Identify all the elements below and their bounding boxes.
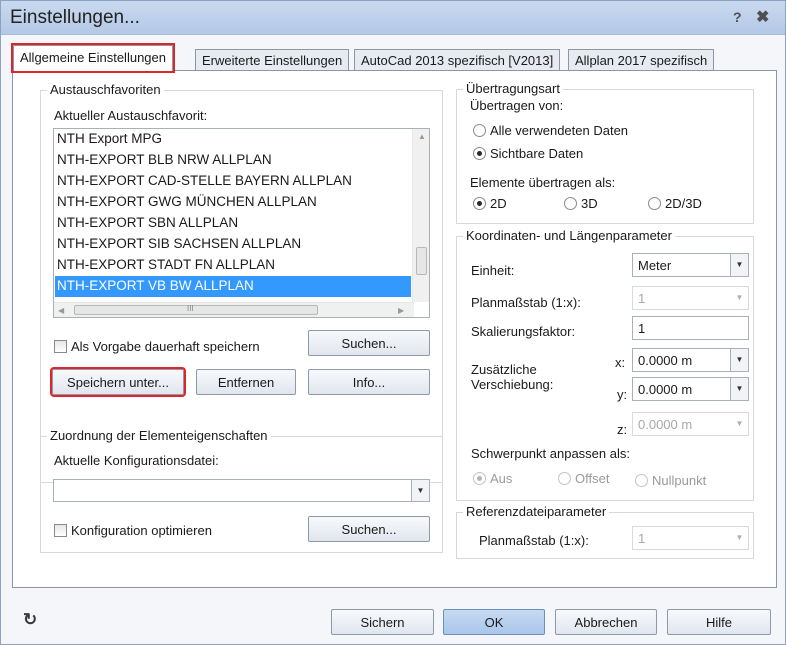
- scale-factor-field[interactable]: 1: [632, 316, 749, 340]
- radio-centroid-off[interactable]: [473, 472, 486, 485]
- list-item[interactable]: NTH-EXPORT STADT FN ALLPLAN: [55, 255, 412, 276]
- radio-centroid-off-label: Aus: [490, 471, 513, 486]
- ref-plan-scale-field: 1 ▼: [632, 526, 749, 550]
- tab-panel: Austauschfavoriten Aktueller Austauschfa…: [12, 70, 777, 588]
- chevron-down-icon: ▼: [730, 413, 748, 435]
- favorites-search-button[interactable]: Suchen...: [308, 330, 430, 356]
- radio-2d3d[interactable]: [648, 197, 661, 210]
- x-label: x:: [615, 355, 626, 370]
- chevron-down-icon[interactable]: ▼: [730, 378, 748, 400]
- z-offset-field: 0.0000 m ▼: [632, 412, 749, 436]
- chevron-down-icon: ▼: [730, 287, 748, 309]
- unit-value: Meter: [638, 258, 672, 273]
- horizontal-scroll-thumb[interactable]: III: [74, 304, 318, 315]
- radio-centroid-offset[interactable]: [558, 472, 571, 485]
- z-offset-value: 0.0000 m: [638, 417, 693, 432]
- favorites-horizontal-scrollbar[interactable]: ◀ III ▶: [54, 302, 414, 317]
- mapping-group-title: Zuordnung der Elementeigenschaften: [47, 428, 271, 443]
- scale-factor-label: Skalierungsfaktor:: [471, 324, 576, 339]
- close-icon[interactable]: ✖: [756, 7, 769, 27]
- coords-group-title: Koordinaten- und Längenparameter: [463, 228, 675, 243]
- centroid-label: Schwerpunkt anpassen als:: [471, 446, 630, 461]
- plan-scale-field: 1 ▼: [632, 286, 749, 310]
- radio-visible-data[interactable]: [473, 147, 486, 160]
- radio-centroid-zero-label: Nullpunkt: [652, 473, 707, 488]
- mapping-search-button[interactable]: Suchen...: [308, 516, 430, 542]
- tab-autocad-2013[interactable]: AutoCad 2013 spezifisch [V2013]: [354, 49, 561, 71]
- list-item[interactable]: NTH-EXPORT SBN ALLPLAN: [55, 213, 412, 234]
- scale-factor-value: 1: [638, 321, 646, 336]
- radio-3d[interactable]: [564, 197, 577, 210]
- vertical-scroll-thumb[interactable]: [416, 247, 427, 275]
- scroll-right-icon[interactable]: ▶: [398, 306, 404, 315]
- transfer-as-label: Elemente übertragen als:: [470, 175, 616, 190]
- favorites-list-label: Aktueller Austauschfavorit:: [54, 108, 208, 123]
- radio-centroid-offset-label: Offset: [575, 471, 610, 486]
- dialog-title: Einstellungen...: [10, 7, 140, 28]
- list-item-selected[interactable]: NTH-EXPORT VB BW ALLPLAN: [55, 276, 411, 297]
- refresh-icon[interactable]: ↻: [23, 610, 37, 630]
- tab-allgemeine-einstellungen[interactable]: Allgemeine Einstellungen: [11, 43, 175, 73]
- tab-allplan-2017[interactable]: Allplan 2017 spezifisch: [568, 49, 715, 71]
- remove-button[interactable]: Entfernen: [196, 369, 296, 395]
- chevron-down-icon[interactable]: ▼: [730, 254, 748, 276]
- config-file-label: Aktuelle Konfigurationsdatei:: [54, 453, 219, 468]
- ok-button[interactable]: OK: [443, 609, 545, 635]
- favorites-listbox[interactable]: NTH Export MPG NTH-EXPORT BLB NRW ALLPLA…: [53, 128, 430, 318]
- cancel-button[interactable]: Abbrechen: [555, 609, 657, 635]
- settings-dialog: Einstellungen... ? ✖ Allgemeine Einstell…: [0, 0, 786, 645]
- x-offset-value: 0.0000 m: [638, 353, 693, 368]
- y-offset-value: 0.0000 m: [638, 382, 693, 397]
- scroll-up-icon[interactable]: ▲: [418, 132, 426, 141]
- radio-visible-data-label: Sichtbare Daten: [490, 146, 584, 161]
- list-item[interactable]: NTH-EXPORT GWG MÜNCHEN ALLPLAN: [55, 192, 412, 213]
- offset-label-line2: Verschiebung:: [471, 377, 554, 392]
- transfer-group-title: Übertragungsart: [463, 81, 563, 96]
- radio-all-data[interactable]: [473, 124, 486, 137]
- scroll-grip-icon: III: [187, 304, 194, 313]
- plan-scale-value: 1: [638, 291, 646, 306]
- radio-3d-label: 3D: [581, 196, 598, 211]
- save-as-button[interactable]: Speichern unter...: [50, 367, 186, 397]
- scroll-left-icon[interactable]: ◀: [58, 306, 64, 315]
- transfer-from-label: Übertragen von:: [470, 98, 564, 113]
- radio-2d[interactable]: [473, 197, 486, 210]
- ref-plan-scale-label: Planmaßstab (1:x):: [479, 533, 589, 548]
- help-button[interactable]: Hilfe: [667, 609, 771, 635]
- z-label: z:: [617, 422, 628, 437]
- save-default-checkbox[interactable]: [54, 340, 67, 353]
- optimize-config-checkbox[interactable]: [54, 524, 67, 537]
- save-button[interactable]: Sichern: [331, 609, 434, 635]
- list-item[interactable]: NTH-EXPORT BLB NRW ALLPLAN: [55, 150, 412, 171]
- chevron-down-icon: ▼: [730, 527, 748, 549]
- optimize-config-label: Konfiguration optimieren: [71, 523, 212, 538]
- plan-scale-label: Planmaßstab (1:x):: [471, 295, 581, 310]
- list-item[interactable]: NTH Export MPG: [55, 129, 412, 150]
- radio-2d3d-label: 2D/3D: [665, 196, 702, 211]
- info-button[interactable]: Info...: [308, 369, 430, 395]
- favorites-group-title: Austauschfavoriten: [47, 82, 164, 97]
- ref-plan-scale-value: 1: [638, 531, 646, 546]
- radio-2d-label: 2D: [490, 196, 507, 211]
- tab-bar: Allgemeine Einstellungen Erweiterte Eins…: [1, 41, 785, 73]
- chevron-down-icon[interactable]: ▼: [411, 480, 429, 501]
- save-default-label: Als Vorgabe dauerhaft speichern: [71, 339, 260, 354]
- favorites-vertical-scrollbar[interactable]: ▲: [412, 129, 429, 302]
- unit-dropdown[interactable]: Meter ▼: [632, 253, 749, 277]
- chevron-down-icon[interactable]: ▼: [730, 349, 748, 371]
- offset-label-line1: Zusätzliche: [471, 362, 537, 377]
- y-offset-field[interactable]: 0.0000 m ▼: [632, 377, 749, 401]
- radio-all-data-label: Alle verwendeten Daten: [490, 123, 629, 138]
- list-item[interactable]: NTH-EXPORT SIB SACHSEN ALLPLAN: [55, 234, 412, 255]
- tab-erweiterte-einstellungen[interactable]: Erweiterte Einstellungen: [195, 49, 350, 71]
- unit-label: Einheit:: [471, 263, 515, 278]
- y-label: y:: [617, 387, 628, 402]
- x-offset-field[interactable]: 0.0000 m ▼: [632, 348, 749, 372]
- list-item[interactable]: NTH-EXPORT CAD-STELLE BAYERN ALLPLAN: [55, 171, 412, 192]
- radio-centroid-zero[interactable]: [635, 474, 648, 487]
- title-bar: Einstellungen... ? ✖: [1, 1, 785, 35]
- reference-group-title: Referenzdateiparameter: [463, 504, 610, 519]
- config-file-dropdown[interactable]: ▼: [53, 479, 430, 502]
- help-icon[interactable]: ?: [733, 9, 742, 25]
